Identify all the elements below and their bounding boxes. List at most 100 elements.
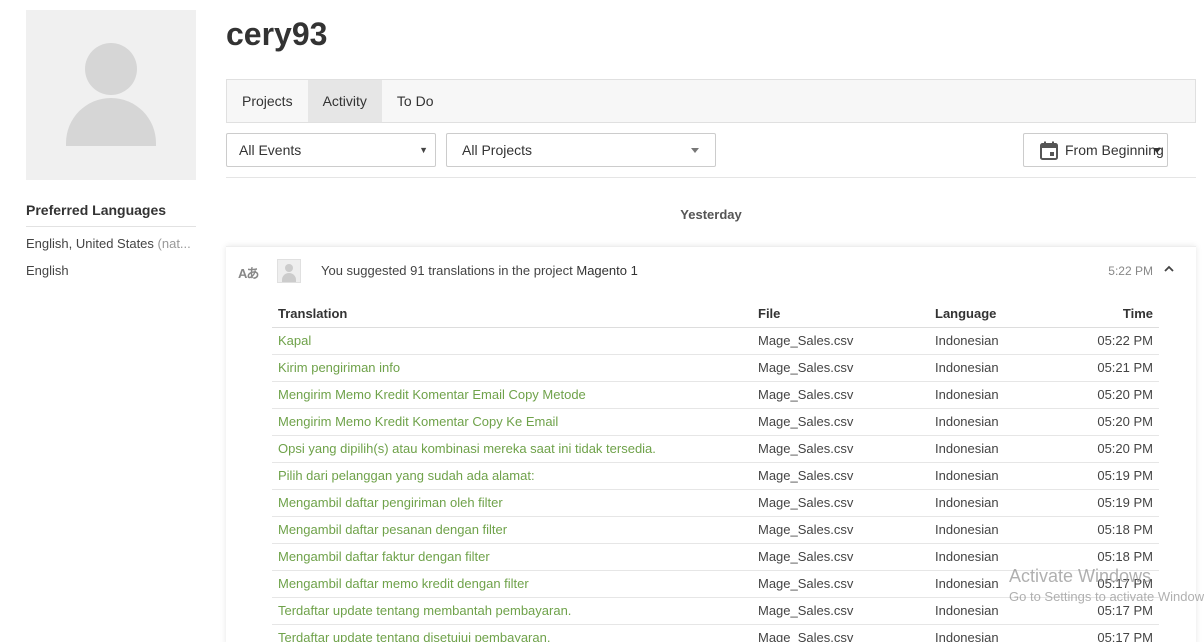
file-cell: Mage_Sales.csv (752, 354, 929, 382)
chevron-down-icon (691, 148, 699, 153)
projects-filter-value: All Projects (462, 142, 533, 158)
tab-projects[interactable]: Projects (227, 80, 308, 122)
chevron-up-icon[interactable] (1164, 264, 1174, 274)
file-cell: Mage_Sales.csv (752, 408, 929, 436)
translation-link[interactable]: Mengambil daftar pengiriman oleh filter (278, 495, 503, 510)
translation-link[interactable]: Pilih dari pelanggan yang sudah ada alam… (278, 468, 535, 483)
translation-link[interactable]: Kirim pengiriman info (278, 360, 400, 375)
time-cell: 05:19 PM (1079, 462, 1159, 490)
time-cell: 05:20 PM (1079, 408, 1159, 436)
date-range-button[interactable]: From Beginning (1023, 133, 1168, 167)
translation-link[interactable]: Mengirim Memo Kredit Komentar Copy Ke Em… (278, 414, 558, 429)
table-row: Mengambil daftar memo kredit dengan filt… (272, 570, 1159, 598)
column-header-file: File (752, 301, 929, 328)
tab-todo[interactable]: To Do (382, 80, 449, 122)
avatar (26, 10, 196, 180)
date-range-label: From Beginning (1065, 142, 1164, 158)
table-row: Mengambil daftar faktur dengan filter Ma… (272, 543, 1159, 571)
column-header-time: Time (1079, 301, 1159, 328)
language-name: English (26, 263, 69, 278)
language-cell: Indonesian (929, 327, 1079, 355)
language-cell: Indonesian (929, 489, 1079, 517)
time-cell: 05:20 PM (1079, 381, 1159, 409)
language-cell: Indonesian (929, 354, 1079, 382)
column-header-translation: Translation (272, 301, 752, 328)
time-cell: 05:19 PM (1079, 489, 1159, 517)
projects-filter-select[interactable]: All Projects (446, 133, 716, 167)
table-header-row: Translation File Language Time (272, 301, 1159, 328)
activity-card: Aあ You suggested 91 translations in the … (226, 246, 1196, 642)
file-cell: Mage_Sales.csv (752, 462, 929, 490)
language-cell: Indonesian (929, 543, 1079, 571)
user-avatar-small (277, 259, 301, 283)
caret-down-icon (1153, 148, 1161, 153)
translate-icon: Aあ (238, 266, 259, 281)
activity-summary: You suggested 91 translations in the pro… (321, 263, 638, 278)
file-cell: Mage_Sales.csv (752, 381, 929, 409)
file-cell: Mage_Sales.csv (752, 327, 929, 355)
column-header-language: Language (929, 301, 1079, 328)
table-row: Terdaftar update tentang disetujui pemba… (272, 624, 1159, 642)
preferred-language-item: English, United States (nat... (26, 236, 196, 254)
language-cell: Indonesian (929, 624, 1079, 642)
profile-tabs: Projects Activity To Do (226, 79, 1196, 123)
translation-link[interactable]: Terdaftar update tentang membantah pemba… (278, 603, 571, 618)
time-cell: 05:17 PM (1079, 624, 1159, 642)
day-group-label: Yesterday (680, 207, 742, 222)
profile-sidebar: Preferred Languages English, United Stat… (26, 10, 196, 281)
translation-link[interactable]: Terdaftar update tentang disetujui pemba… (278, 630, 550, 642)
preferred-languages-title: Preferred Languages (26, 202, 196, 227)
filters-bar: All Events ▼ All Projects From Beginning (226, 133, 1196, 167)
activity-time: 5:22 PM (1108, 264, 1153, 278)
translations-table: Translation File Language Time Kapal Mag… (272, 301, 1159, 642)
page-title: cery93 (226, 16, 328, 52)
table-row: Mengirim Memo Kredit Komentar Copy Ke Em… (272, 408, 1159, 436)
main-content: cery93 Projects Activity To Do All Event… (226, 0, 1196, 642)
language-cell: Indonesian (929, 462, 1079, 490)
table-row: Kirim pengiriman info Mage_Sales.csv Ind… (272, 354, 1159, 382)
avatar-placeholder-head (85, 43, 137, 95)
activity-card-header[interactable]: Aあ You suggested 91 translations in the … (226, 247, 1196, 293)
calendar-icon (1040, 141, 1058, 160)
language-cell: Indonesian (929, 570, 1079, 598)
preferred-language-item: English (26, 263, 196, 281)
file-cell: Mage_Sales.csv (752, 516, 929, 544)
file-cell: Mage_Sales.csv (752, 624, 929, 642)
translation-link[interactable]: Mengambil daftar memo kredit dengan filt… (278, 576, 529, 591)
translation-link[interactable]: Kapal (278, 333, 311, 348)
time-cell: 05:22 PM (1079, 327, 1159, 355)
translation-link[interactable]: Mengambil daftar pesanan dengan filter (278, 522, 507, 537)
file-cell: Mage_Sales.csv (752, 543, 929, 571)
time-cell: 05:17 PM (1079, 570, 1159, 598)
translation-link[interactable]: Mengirim Memo Kredit Komentar Email Copy… (278, 387, 586, 402)
activity-summary-text: You suggested 91 translations in the pro… (321, 263, 573, 278)
table-row: Opsi yang dipilih(s) atau kombinasi mere… (272, 435, 1159, 463)
table-row: Kapal Mage_Sales.csv Indonesian 05:22 PM (272, 327, 1159, 355)
translation-link[interactable]: Opsi yang dipilih(s) atau kombinasi mere… (278, 441, 656, 456)
chevron-down-icon: ▼ (419, 145, 428, 155)
language-name: English, United States (26, 236, 154, 251)
table-row: Mengambil daftar pesanan dengan filter M… (272, 516, 1159, 544)
language-cell: Indonesian (929, 408, 1079, 436)
events-filter-value: All Events (239, 142, 302, 158)
events-filter-select[interactable]: All Events ▼ (226, 133, 436, 167)
table-row: Pilih dari pelanggan yang sudah ada alam… (272, 462, 1159, 490)
language-cell: Indonesian (929, 516, 1079, 544)
language-cell: Indonesian (929, 597, 1079, 625)
time-cell: 05:17 PM (1079, 597, 1159, 625)
time-cell: 05:21 PM (1079, 354, 1159, 382)
project-link[interactable]: Magento 1 (576, 263, 637, 278)
table-row: Mengirim Memo Kredit Komentar Email Copy… (272, 381, 1159, 409)
language-note: (nat... (157, 236, 191, 251)
translation-link[interactable]: Mengambil daftar faktur dengan filter (278, 549, 490, 564)
language-cell: Indonesian (929, 435, 1079, 463)
file-cell: Mage_Sales.csv (752, 597, 929, 625)
time-cell: 05:20 PM (1079, 435, 1159, 463)
table-row: Terdaftar update tentang membantah pemba… (272, 597, 1159, 625)
file-cell: Mage_Sales.csv (752, 435, 929, 463)
tab-activity[interactable]: Activity (307, 80, 382, 122)
file-cell: Mage_Sales.csv (752, 489, 929, 517)
language-cell: Indonesian (929, 381, 1079, 409)
file-cell: Mage_Sales.csv (752, 570, 929, 598)
table-row: Mengambil daftar pengiriman oleh filter … (272, 489, 1159, 517)
